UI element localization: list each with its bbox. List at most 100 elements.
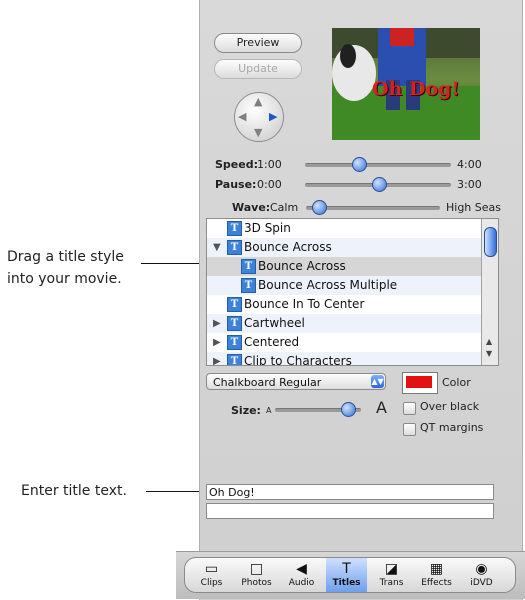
qt-margins-checkbox[interactable] (403, 423, 416, 436)
title-style-row[interactable]: ▼ T Bounce Across (207, 238, 481, 257)
scroll-up-icon[interactable]: ▲ (486, 337, 492, 346)
speed-slider-knob[interactable] (352, 157, 367, 172)
font-popup-value: Chalkboard Regular (213, 376, 322, 389)
title-style-row[interactable]: ▶ T Centered (207, 333, 481, 352)
wave-slider[interactable] (306, 200, 440, 215)
speed-slider[interactable] (305, 157, 451, 172)
photos-icon: □ (249, 561, 264, 577)
title-style-label: Clip to Characters (244, 354, 352, 366)
pause-min: 0:00 (257, 178, 282, 191)
scroll-down-icon[interactable]: ▼ (486, 349, 492, 358)
pause-slider-knob[interactable] (372, 177, 387, 192)
size-large-glyph: A (376, 398, 387, 417)
title-style-label: Bounce Across (244, 240, 332, 254)
title-style-row[interactable]: T Bounce In To Center (207, 295, 481, 314)
trans-icon: ◪ (384, 561, 399, 577)
over-black-label: Over black (420, 400, 480, 413)
enter-text-leader (146, 491, 206, 492)
tab-label: Titles (332, 578, 361, 588)
speed-label: Speed: (215, 158, 258, 171)
tab-label: Photos (241, 578, 272, 588)
tab-label: Trans (379, 578, 404, 588)
tab-titles[interactable]: T Titles (326, 558, 367, 592)
title-style-row[interactable]: ▶ T Clip to Characters (207, 352, 481, 366)
disclosure-closed-icon[interactable]: ▶ (213, 352, 221, 365)
size-slider[interactable] (275, 402, 361, 417)
speed-min: 1:00 (257, 158, 282, 171)
pane-toolbar: ▭ Clips □ Photos ◀ Audio T Titles ◪ Trans ▦ Effects… (176, 551, 525, 599)
disclosure-open-icon[interactable]: ▼ (213, 238, 221, 257)
pause-slider[interactable] (305, 177, 451, 192)
disclosure-closed-icon[interactable]: ▶ (213, 314, 221, 333)
title-style-row[interactable]: ▶ T Cartwheel (207, 314, 481, 333)
title-style-icon: T (227, 316, 242, 331)
color-swatch-fill (406, 376, 432, 388)
title-style-icon: T (227, 335, 242, 350)
size-slider-knob[interactable] (341, 402, 356, 417)
wave-max: High Seas (446, 201, 501, 214)
list-scrollbar[interactable]: ▲ ▼ (481, 219, 498, 365)
wave-label: Wave: (232, 201, 271, 214)
clips-icon: ▭ (204, 561, 219, 577)
title-style-row[interactable]: T 3D Spin (207, 219, 481, 238)
update-button[interactable]: Update (214, 59, 302, 79)
title-style-icon: T (241, 259, 256, 274)
title-style-row[interactable]: T Bounce Across (207, 257, 481, 276)
pause-label: Pause: (215, 178, 257, 191)
speed-max: 4:00 (457, 158, 482, 171)
pause-max: 3:00 (457, 178, 482, 191)
title-style-label: Cartwheel (244, 316, 305, 330)
pause-label-row: Pause: (215, 178, 256, 191)
tab-effects[interactable]: ▦ Effects (416, 558, 457, 592)
tab-label: Effects (421, 578, 452, 588)
arrow-right-icon[interactable]: ▶ (269, 111, 277, 122)
speed-label-row: Speed: (215, 158, 258, 171)
title-style-label: Bounce Across Multiple (258, 278, 398, 292)
title-style-row[interactable]: T Bounce Across Multiple (207, 276, 481, 295)
title-style-icon: T (227, 354, 242, 365)
title-text-field-1[interactable]: Oh Dog! (206, 484, 494, 500)
qt-margins-label: QT margins (420, 421, 484, 434)
list-scroll-thumb[interactable] (484, 227, 497, 257)
titles-icon: T (342, 561, 351, 577)
color-swatch[interactable] (402, 372, 438, 394)
title-style-label: 3D Spin (244, 221, 291, 235)
tab-clips[interactable]: ▭ Clips (191, 558, 232, 592)
wave-slider-knob[interactable] (312, 200, 327, 215)
tab-idvd[interactable]: ◉ iDVD (461, 558, 502, 592)
preview-monitor: Oh Dog! (332, 28, 480, 140)
audio-icon: ◀ (296, 561, 307, 577)
title-text-field-2[interactable] (206, 503, 494, 519)
preview-button[interactable]: Preview (214, 33, 302, 53)
title-style-label: Bounce In To Center (244, 297, 365, 311)
title-style-label: Bounce Across (258, 259, 346, 273)
tab-audio[interactable]: ◀ Audio (281, 558, 322, 592)
tab-trans[interactable]: ◪ Trans (371, 558, 412, 592)
title-style-icon: T (241, 278, 256, 293)
title-style-icon: T (227, 221, 242, 236)
arrow-left-icon[interactable]: ◀ (238, 111, 246, 122)
preview-overlay-text: Oh Dog! (372, 78, 460, 100)
effects-icon: ▦ (429, 561, 444, 577)
tab-photos[interactable]: □ Photos (236, 558, 277, 592)
size-small-glyph: A (266, 406, 272, 415)
tab-label: Clips (200, 578, 223, 588)
title-style-icon: T (227, 240, 242, 255)
tab-label: Audio (288, 578, 315, 588)
pane-tab-group: ▭ Clips □ Photos ◀ Audio T Titles ◪ Trans ▦ Effects… (184, 557, 516, 593)
drag-hint-leader (141, 263, 206, 264)
arrow-down-icon[interactable]: ▼ (254, 127, 262, 138)
wave-label-row: Wave: (232, 201, 270, 214)
color-label: Color (442, 376, 471, 389)
disclosure-closed-icon[interactable]: ▶ (213, 333, 221, 352)
title-styles-list[interactable]: T 3D Spin ▼ T Bounce Across T Bounce Across T Bo… (206, 218, 499, 366)
arrow-up-icon[interactable]: ▲ (254, 96, 262, 107)
title-style-icon: T (227, 297, 242, 312)
enter-text-hint: Enter title text. (21, 483, 127, 499)
over-black-checkbox[interactable] (403, 402, 416, 415)
direction-pad[interactable]: ▲ ◀ ▶ ▼ (234, 92, 284, 142)
titles-panel: Preview Update ▲ ◀ ▶ ▼ Oh Dog! Speed: 1:… (176, 0, 525, 600)
drag-hint-line2: into your movie. (7, 271, 122, 287)
popup-stepper-icon[interactable]: ▲▼ (371, 375, 384, 388)
font-popup[interactable]: Chalkboard Regular ▲▼ (206, 373, 386, 390)
